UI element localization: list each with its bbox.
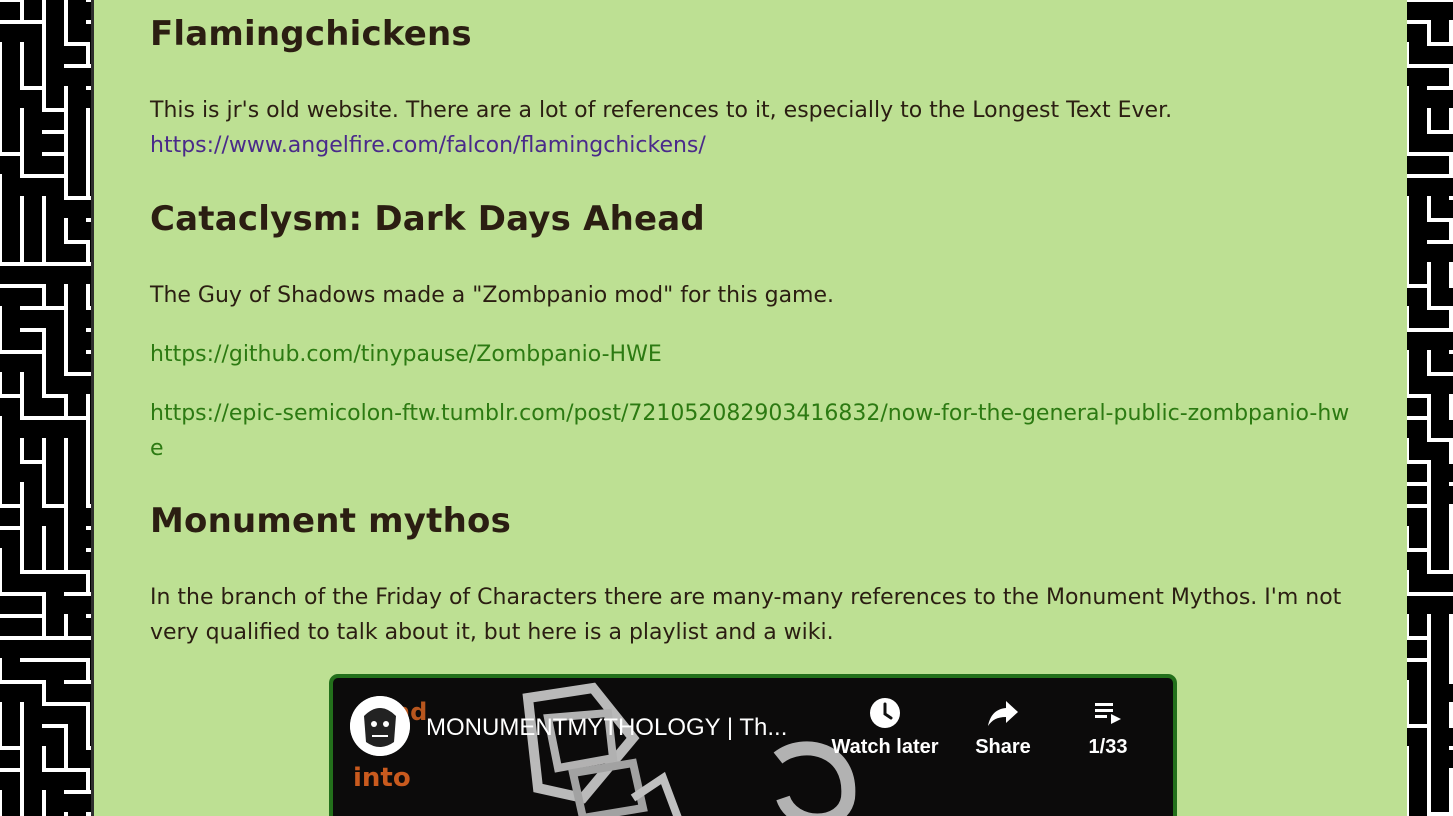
- paragraph-cataclysm: The Guy of Shadows made a "Zombpanio mod…: [150, 283, 835, 308]
- maze-border-right: [1407, 0, 1453, 816]
- playlist-count: 1/33: [1088, 736, 1128, 758]
- link-tumblr[interactable]: https://epic-semicolon-ftw.tumblr.com/po…: [150, 401, 1349, 461]
- video-title[interactable]: MONUMENTMYTHOLOGY | Th...: [426, 714, 816, 742]
- paragraph-tumblr-link: https://epic-semicolon-ftw.tumblr.com/po…: [150, 396, 1351, 466]
- heading-monument: Monument mythos: [150, 501, 512, 541]
- link-github[interactable]: https://github.com/tinypause/Zombpanio-H…: [150, 342, 662, 367]
- youtube-embed[interactable]: nd into MONUMENTMYTHOLOGY | Th... Watch …: [329, 674, 1177, 816]
- link-angelfire[interactable]: https://www.angelfire.com/falcon/flaming…: [150, 133, 706, 158]
- paragraph-github-link: https://github.com/tinypause/Zombpanio-H…: [150, 337, 1351, 372]
- main-content: Flamingchickens This is jr's old website…: [91, 0, 1407, 816]
- paragraph-monument: In the branch of the Friday of Character…: [150, 585, 1342, 645]
- share-icon: [988, 701, 1018, 726]
- flamingchickens-text: This is jr's old website. There are a lo…: [150, 98, 1173, 123]
- watch-later-label: Watch later: [831, 736, 939, 758]
- maze-border-left: [0, 0, 91, 816]
- playlist-icon: [1095, 703, 1121, 724]
- clock-icon: [870, 698, 900, 728]
- paragraph-flamingchickens: This is jr's old website. There are a lo…: [150, 93, 1351, 163]
- watch-later-button[interactable]: Watch later: [823, 696, 947, 759]
- playlist-button[interactable]: 1/33: [1068, 696, 1148, 759]
- thumb-text-2: into: [353, 763, 411, 793]
- share-label: Share: [975, 736, 1031, 758]
- heading-flamingchickens: Flamingchickens: [150, 14, 472, 54]
- video-thumbnail: nd into: [353, 682, 856, 816]
- channel-avatar[interactable]: [350, 696, 410, 756]
- heading-cataclysm: Cataclysm: Dark Days Ahead: [150, 199, 705, 239]
- share-button[interactable]: Share: [963, 696, 1043, 759]
